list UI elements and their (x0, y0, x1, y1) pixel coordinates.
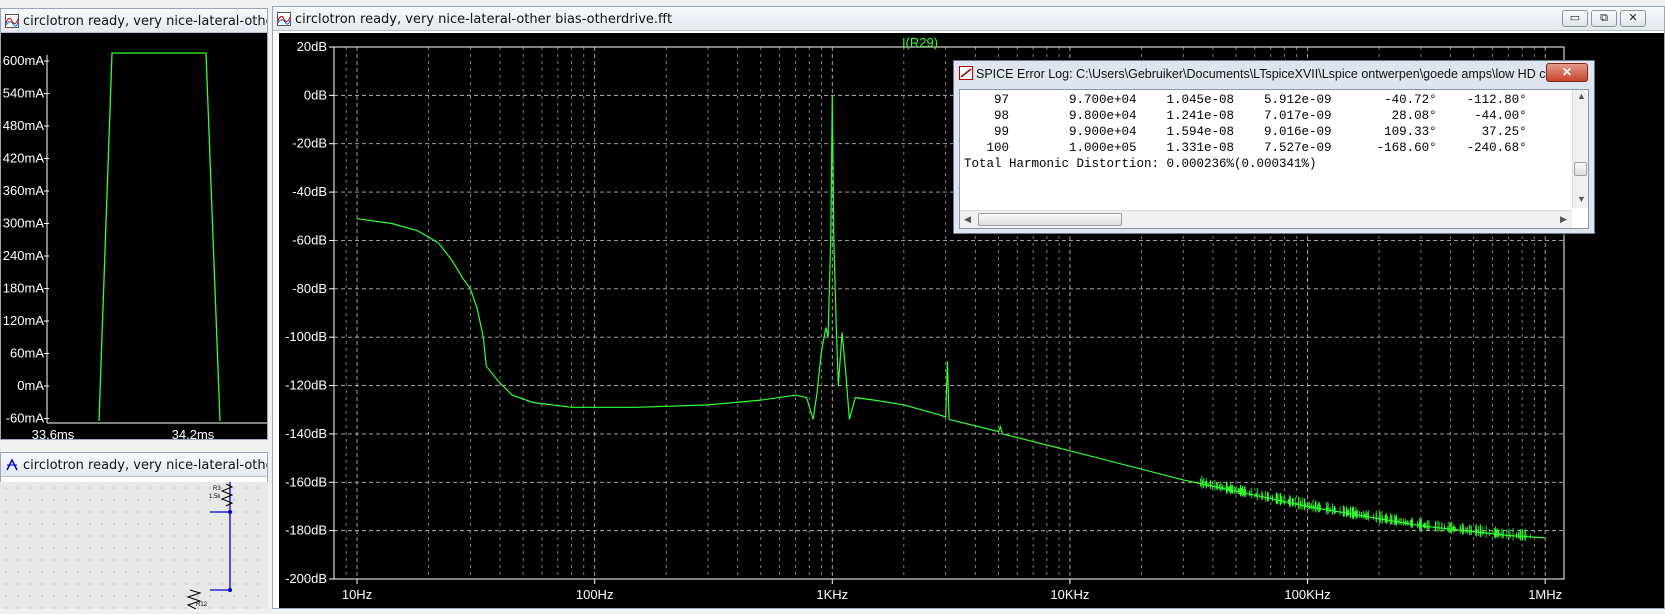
y-tick-label: 540mA (3, 86, 45, 101)
scroll-left-arrow-icon[interactable]: ◀ (964, 214, 971, 225)
left-plot-window: circlotron ready, very nice-lateral-othe… (0, 8, 268, 440)
scroll-down-arrow-icon[interactable]: ▼ (1577, 194, 1586, 204)
trace-label[interactable]: I(R29) (902, 35, 938, 50)
waveform-icon (277, 12, 291, 26)
vertical-scroll-thumb[interactable] (1574, 162, 1587, 176)
y-tick-label: -120dB (285, 378, 327, 393)
y-tick-label: 300mA (3, 216, 45, 231)
x-tick-label: 34.2ms (172, 427, 215, 440)
spice-error-log-dialog: SPICE Error Log: C:\Users\Gebruiker\Docu… (953, 60, 1595, 234)
close-button[interactable]: ✕ (1620, 10, 1646, 27)
schematic-titlebar[interactable]: circlotron ready, very nice-lateral-othe… (1, 453, 267, 477)
transient-trace (98, 52, 221, 422)
spice-log-icon (959, 66, 973, 80)
error-log-titlebar[interactable]: SPICE Error Log: C:\Users\Gebruiker\Docu… (954, 61, 1594, 85)
error-log-close-button[interactable]: ✕ (1546, 63, 1588, 82)
waveform-icon (5, 14, 19, 28)
log-row: 98 9.800e+04 1.241e-08 7.017e-09 28.08° … (964, 109, 1527, 123)
transient-plot-svg: 600mA 540mA 480mA 420mA 360mA 300mA 240mA 180mA… (3, 52, 267, 440)
y-tick-label: 180mA (3, 281, 45, 296)
thd-line: Total Harmonic Distortion: 0.000236%(0.0… (964, 157, 1317, 171)
y-tick-label: -60mA (6, 411, 45, 426)
y-tick-label: 60mA (10, 346, 44, 361)
error-log-text-area[interactable]: 97 9.700e+04 1.045e-08 5.912e-09 -40.72°… (959, 89, 1589, 229)
horizontal-scroll-thumb[interactable] (978, 213, 1122, 226)
component-name-r3: R3 (213, 486, 221, 492)
x-tick-label: 33.6ms (32, 427, 75, 440)
left-plot-title: circlotron ready, very nice-lateral-othe… (23, 14, 268, 29)
x-tick-label: 10KHz (1050, 587, 1089, 602)
schematic-icon (6, 458, 18, 471)
vertical-scrollbar[interactable]: ▲ ▼ (1572, 90, 1588, 208)
component-name-r12: R12 (196, 602, 208, 608)
transient-plot-area[interactable]: 600mA 540mA 480mA 420mA 360mA 300mA 240mA 180mA… (1, 33, 267, 440)
schematic-canvas[interactable]: R3 1.5k R12 (0, 482, 268, 610)
horizontal-scrollbar[interactable]: ◀ ▶ (960, 210, 1572, 228)
y-tick-label: -20dB (292, 136, 327, 151)
schematic-title: circlotron ready, very nice-lateral-othe… (23, 458, 268, 473)
x-tick-label: 100KHz (1284, 587, 1330, 602)
component-value-r3: 1.5k (209, 494, 221, 500)
fft-titlebar[interactable]: circlotron ready, very nice-lateral-othe… (273, 7, 1664, 31)
y-tick-label: 360mA (3, 183, 45, 198)
minimize-button[interactable]: ▭ (1562, 10, 1588, 27)
y-tick-label: -180dB (285, 523, 327, 538)
y-tick-label: -140dB (285, 426, 327, 441)
schematic-svg: R3 1.5k R12 (186, 482, 234, 610)
y-tick-label: 240mA (3, 248, 45, 263)
scroll-up-arrow-icon[interactable]: ▲ (1577, 91, 1586, 101)
y-tick-label: -160dB (285, 474, 327, 489)
y-tick-label: -40dB (292, 184, 327, 199)
y-tick-label: 0mA (17, 378, 44, 393)
error-log-content[interactable]: 97 9.700e+04 1.045e-08 5.912e-09 -40.72°… (964, 92, 1527, 172)
y-tick-label: 20dB (297, 39, 327, 54)
x-tick-label: 10Hz (342, 587, 372, 602)
log-row: 97 9.700e+04 1.045e-08 5.912e-09 -40.72°… (964, 93, 1527, 107)
restore-button[interactable]: ⧉ (1591, 10, 1617, 27)
y-tick-label: 120mA (3, 313, 45, 328)
y-tick-label: 480mA (3, 118, 45, 133)
x-tick-label: 100Hz (576, 587, 614, 602)
scroll-right-arrow-icon[interactable]: ▶ (1560, 214, 1567, 225)
y-tick-label: -60dB (292, 232, 327, 247)
error-log-title: SPICE Error Log: C:\Users\Gebruiker\Docu… (976, 67, 1551, 81)
y-tick-label: -200dB (285, 571, 327, 586)
fft-title: circlotron ready, very nice-lateral-othe… (295, 12, 673, 27)
x-tick-label: 1MHz (1528, 587, 1562, 602)
left-plot-titlebar[interactable]: circlotron ready, very nice-lateral-othe… (1, 9, 267, 33)
log-row: 99 9.900e+04 1.594e-08 9.016e-09 109.33°… (964, 125, 1527, 139)
y-tick-label: -80dB (292, 281, 327, 296)
y-tick-label: -100dB (285, 329, 327, 344)
log-row: 100 1.000e+05 1.331e-08 7.527e-09 -168.6… (964, 141, 1527, 155)
y-tick-label: 420mA (3, 151, 45, 166)
y-tick-label: 0dB (304, 87, 327, 102)
y-tick-label: 600mA (3, 53, 45, 68)
x-tick-label: 1KHz (816, 587, 848, 602)
